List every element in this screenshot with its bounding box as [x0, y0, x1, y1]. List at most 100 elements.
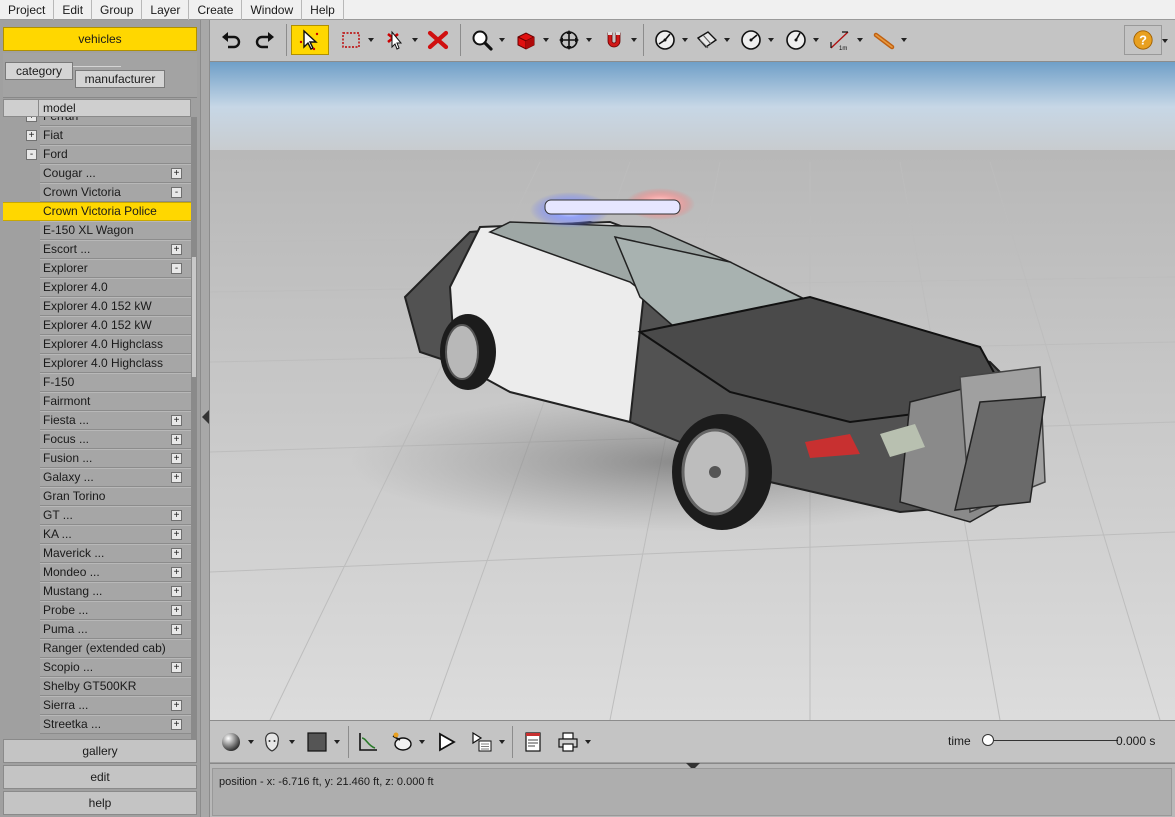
tree-model[interactable]: Explorer 4.0 Highclass	[3, 354, 191, 373]
help-menu-button[interactable]: ?	[1124, 25, 1162, 55]
expand-icon[interactable]: +	[26, 130, 37, 141]
tree-model[interactable]: Mustang ... +	[3, 582, 191, 601]
dropdown-arrow-icon[interactable]	[585, 740, 591, 744]
tree-model[interactable]: Streetka ... +	[3, 715, 191, 734]
tree-model[interactable]: Fiesta ... +	[3, 411, 191, 430]
measure-radius-button[interactable]	[780, 25, 812, 55]
collapse-icon[interactable]: -	[171, 263, 182, 274]
dropdown-arrow-icon[interactable]	[857, 38, 863, 42]
magnet-button[interactable]	[598, 25, 630, 55]
material-button[interactable]	[215, 727, 247, 757]
tree-model[interactable]: Explorer 4.0 152 kW	[3, 316, 191, 335]
expand-icon[interactable]: +	[171, 168, 182, 179]
measure-distance-button[interactable]	[735, 25, 767, 55]
tree-model[interactable]: Probe ... +	[3, 601, 191, 620]
deselect-button[interactable]	[379, 25, 411, 55]
tree-model[interactable]: Shelby GT500KR	[3, 677, 191, 696]
tree-model[interactable]: Cougar ... +	[3, 164, 191, 183]
expand-icon[interactable]: +	[171, 415, 182, 426]
tree-maker[interactable]: + Fiat	[3, 126, 191, 145]
time-slider-track[interactable]	[990, 740, 1118, 741]
tree-model[interactable]: Crown Victoria -	[3, 183, 191, 202]
expand-icon[interactable]: +	[171, 529, 182, 540]
dropdown-arrow-icon[interactable]	[543, 38, 549, 42]
tree-model[interactable]: Fusion ... +	[3, 449, 191, 468]
edit-button[interactable]: edit	[3, 765, 197, 789]
dropdown-arrow-icon[interactable]	[768, 38, 774, 42]
tree-model[interactable]: Galaxy ... +	[3, 468, 191, 487]
dropdown-arrow-icon[interactable]	[813, 38, 819, 42]
expand-icon[interactable]: +	[171, 605, 182, 616]
redo-button[interactable]	[249, 25, 281, 55]
tree-model[interactable]: Explorer 4.0 152 kW	[3, 297, 191, 316]
tree-model[interactable]: F-150	[3, 373, 191, 392]
3d-viewport[interactable]	[210, 62, 1175, 720]
tree-model[interactable]: Focus ... +	[3, 430, 191, 449]
collapse-icon[interactable]: -	[26, 149, 37, 160]
dropdown-arrow-icon[interactable]	[334, 740, 340, 744]
tree-model[interactable]: Puma ... +	[3, 620, 191, 639]
report-button[interactable]	[517, 727, 549, 757]
color-button[interactable]	[301, 727, 333, 757]
dropdown-arrow-icon[interactable]	[631, 38, 637, 42]
column-header[interactable]: model	[3, 99, 191, 117]
tree-model[interactable]: Scopio ... +	[3, 658, 191, 677]
expand-icon[interactable]: +	[171, 472, 182, 483]
tree-model[interactable]: Gran Torino	[3, 487, 191, 506]
scroll-thumb[interactable]	[192, 257, 196, 377]
dropdown-arrow-icon[interactable]	[724, 38, 730, 42]
head-button[interactable]	[256, 727, 288, 757]
play-button[interactable]	[430, 727, 462, 757]
dropdown-arrow-icon[interactable]	[289, 740, 295, 744]
collapse-icon[interactable]: -	[171, 187, 182, 198]
measure-surface-button[interactable]	[691, 25, 723, 55]
measure-angle-button[interactable]	[649, 25, 681, 55]
dropdown-arrow-icon[interactable]	[248, 740, 254, 744]
select-tool-button[interactable]	[291, 25, 329, 55]
tree-scrollbar[interactable]	[191, 117, 197, 739]
tree-maker[interactable]: + Ferrari	[3, 117, 191, 126]
menu-group[interactable]: Group	[92, 0, 142, 20]
expand-icon[interactable]: +	[171, 453, 182, 464]
tree-model[interactable]: KA ... +	[3, 525, 191, 544]
expand-icon[interactable]: +	[171, 700, 182, 711]
expand-icon[interactable]: +	[171, 567, 182, 578]
tree-model[interactable]: Explorer 4.0	[3, 278, 191, 297]
menu-layer[interactable]: Layer	[142, 0, 189, 20]
expand-icon[interactable]: +	[171, 244, 182, 255]
expand-icon[interactable]: +	[171, 434, 182, 445]
tape-button[interactable]	[868, 25, 900, 55]
tab-category[interactable]: category	[5, 62, 73, 80]
tree-model[interactable]: Fairmont	[3, 392, 191, 411]
expand-icon[interactable]: +	[171, 662, 182, 673]
dropdown-arrow-icon[interactable]	[499, 740, 505, 744]
tab-manufacturer[interactable]: manufacturer	[75, 70, 165, 88]
dropdown-arrow-icon[interactable]	[419, 740, 425, 744]
panel-splitter[interactable]	[200, 20, 210, 817]
tree-model[interactable]: Mondeo ... +	[3, 563, 191, 582]
dropdown-arrow-icon[interactable]	[901, 38, 907, 42]
time-slider-thumb[interactable]	[982, 734, 994, 746]
expand-icon[interactable]: +	[171, 586, 182, 597]
dropdown-arrow-icon[interactable]	[1162, 39, 1168, 43]
camera-button[interactable]	[386, 727, 418, 757]
help-button[interactable]: help	[3, 791, 197, 815]
dropdown-arrow-icon[interactable]	[586, 38, 592, 42]
dropdown-arrow-icon[interactable]	[499, 38, 505, 42]
tree-maker[interactable]: - Ford	[3, 145, 191, 164]
menu-edit[interactable]: Edit	[54, 0, 92, 20]
ruler-button[interactable]: 1m	[824, 25, 856, 55]
graph-button[interactable]	[352, 727, 384, 757]
expand-icon[interactable]: +	[171, 510, 182, 521]
undo-button[interactable]	[215, 25, 247, 55]
dropdown-arrow-icon[interactable]	[412, 38, 418, 42]
tree-model[interactable]: Sierra ... +	[3, 696, 191, 715]
menu-create[interactable]: Create	[189, 0, 242, 20]
collapse-panel-icon[interactable]	[202, 410, 209, 424]
menu-help[interactable]: Help	[302, 0, 344, 20]
gallery-button[interactable]: gallery	[3, 739, 197, 763]
tree-model[interactable]: Explorer 4.0 Highclass	[3, 335, 191, 354]
tree-model[interactable]: E-150 XL Wagon	[3, 221, 191, 240]
expand-icon[interactable]: +	[171, 719, 182, 730]
tree-model-selected[interactable]: Crown Victoria Police	[3, 202, 191, 221]
